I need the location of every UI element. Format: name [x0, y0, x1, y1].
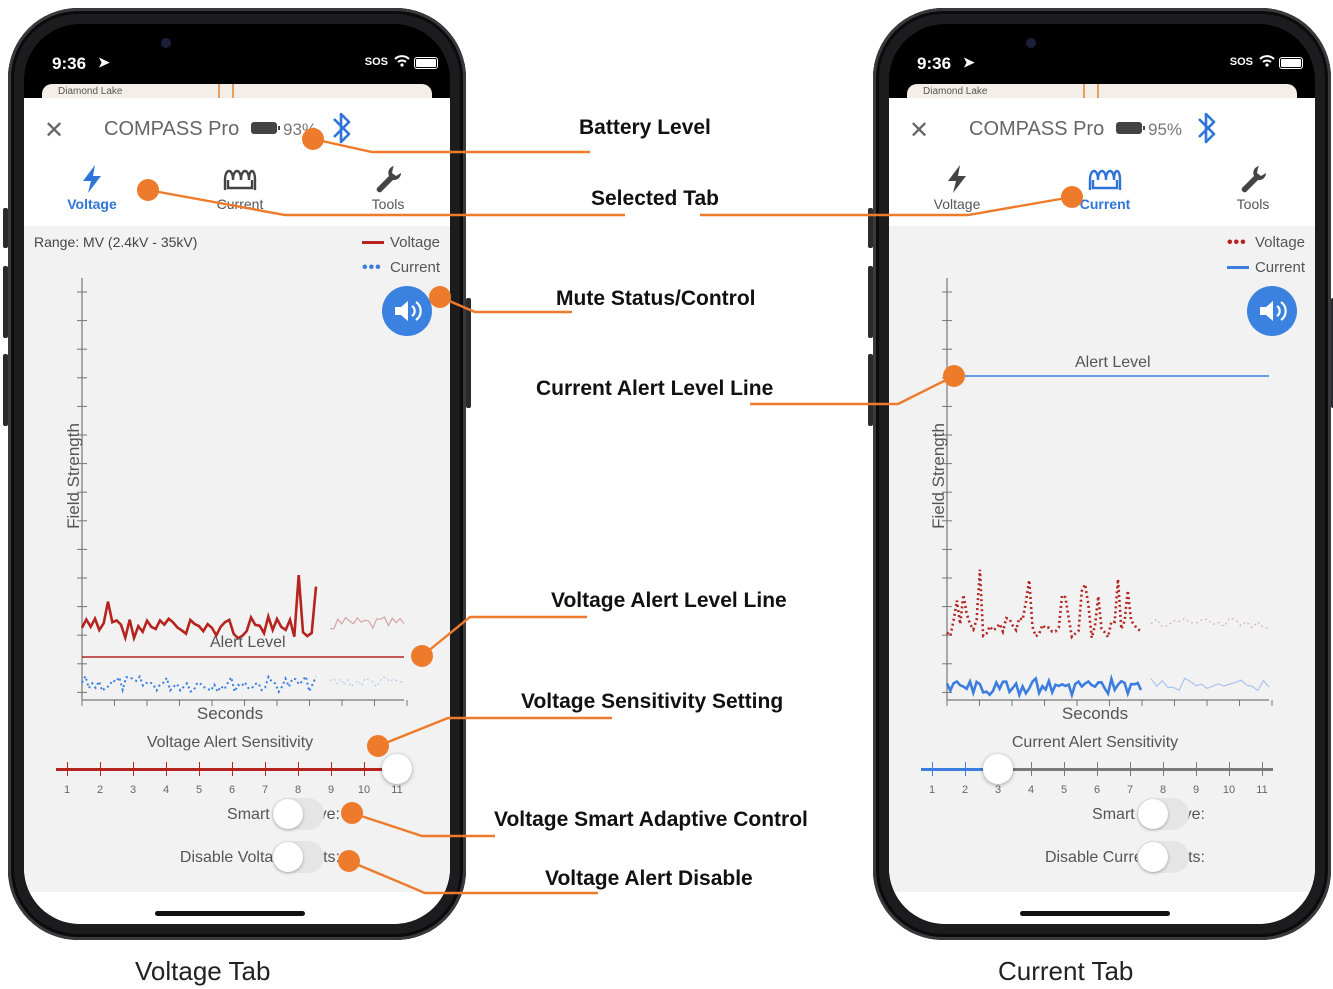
- callout-current-alert-line: Current Alert Level Line: [536, 377, 774, 400]
- callout-dot-current-alert: [943, 365, 965, 387]
- callout-voltage-disable: Voltage Alert Disable: [545, 867, 753, 890]
- callout-dot-voltage-alert: [411, 645, 433, 667]
- callout-mute: Mute Status/Control: [556, 287, 756, 310]
- callout-dot-selected-tab: [137, 179, 159, 201]
- callout-selected-tab: Selected Tab: [591, 187, 719, 210]
- callout-battery-level: Battery Level: [579, 116, 711, 139]
- callout-dot-smart: [341, 802, 363, 824]
- callout-dot-sensitivity: [367, 735, 389, 757]
- callout-voltage-alert-line: Voltage Alert Level Line: [551, 589, 787, 612]
- callout-dot-disable: [338, 850, 360, 872]
- callout-dot-selected-tab-2: [1061, 186, 1083, 208]
- callout-leaders: [147, 137, 1073, 895]
- callout-dot-battery: [302, 128, 324, 150]
- callout-voltage-smart: Voltage Smart Adaptive Control: [494, 808, 808, 831]
- callout-voltage-sensitivity: Voltage Sensitivity Setting: [521, 690, 784, 713]
- callout-dot-mute: [429, 286, 451, 308]
